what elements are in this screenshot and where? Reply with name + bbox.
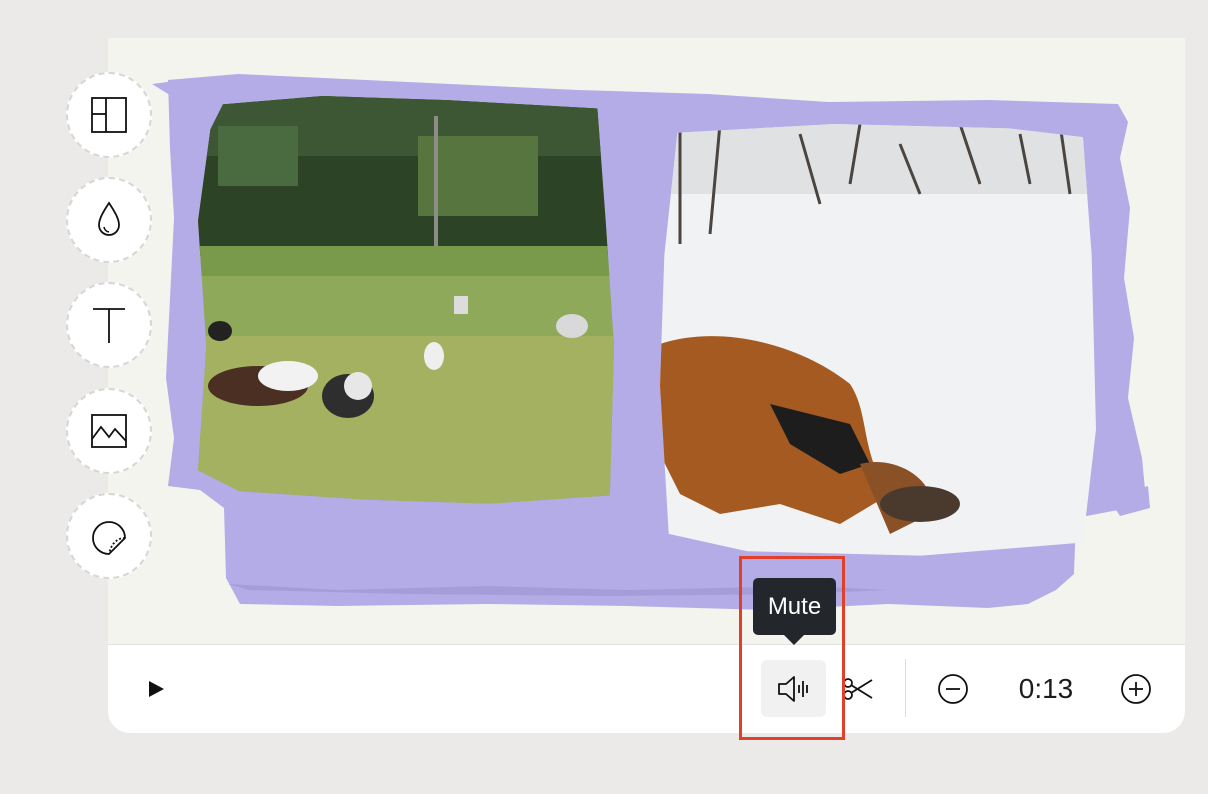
zoom-in-button[interactable] — [1118, 671, 1154, 707]
video-clip-dogs-park[interactable] — [198, 96, 614, 504]
sticker-icon — [92, 521, 126, 555]
playback-controls: 0:13 — [108, 644, 1185, 733]
video-clip-dog-snow[interactable] — [660, 124, 1096, 556]
mute-tooltip: Mute — [753, 578, 836, 645]
color-tool-button[interactable] — [66, 177, 152, 263]
split-clip-button[interactable] — [840, 671, 876, 707]
play-icon — [149, 681, 164, 697]
media-tool-button[interactable] — [66, 388, 152, 474]
text-tool-button[interactable] — [66, 282, 152, 368]
scissors-icon — [843, 678, 873, 700]
plus-circle-icon — [1121, 674, 1151, 704]
play-button[interactable] — [138, 671, 174, 707]
sticker-tool-button[interactable] — [66, 493, 152, 579]
timeline-time: 0:13 — [1018, 673, 1074, 704]
text-icon — [93, 308, 125, 343]
image-icon — [91, 414, 127, 448]
layout-tool-button[interactable] — [66, 72, 152, 158]
tooltip-label: Mute — [767, 592, 822, 620]
minus-circle-icon — [938, 674, 968, 704]
mute-button[interactable] — [761, 660, 826, 717]
speaker-icon — [777, 675, 808, 702]
zoom-out-button[interactable] — [935, 671, 971, 707]
controls-divider — [905, 659, 906, 717]
droplet-icon — [98, 201, 120, 236]
video-canvas[interactable] — [108, 38, 1185, 644]
layout-icon — [91, 97, 127, 133]
